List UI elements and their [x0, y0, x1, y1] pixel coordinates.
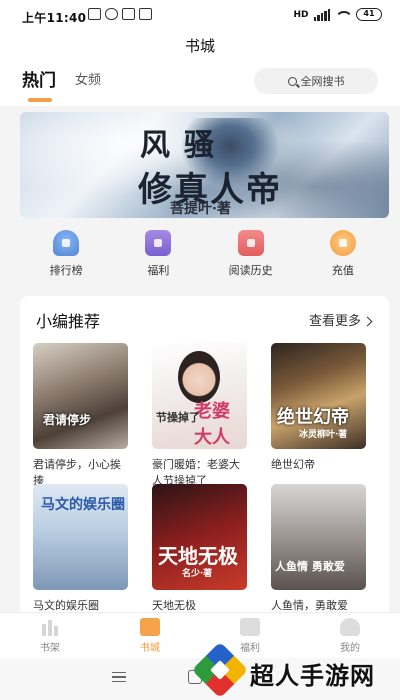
coin-icon — [329, 230, 356, 256]
wifi-icon — [335, 9, 351, 21]
history-book-icon — [237, 230, 264, 256]
tab-female[interactable]: 女频 — [75, 69, 101, 88]
book-cover-title: 老婆大人 — [194, 401, 230, 448]
quick-link-history[interactable]: 阅读历史 — [205, 224, 297, 288]
book-cover-title: 马文的娱乐圈 — [41, 497, 125, 513]
banner-author: 菩提叶·著 — [170, 201, 231, 217]
search-placeholder: 全网搜书 — [300, 75, 345, 88]
book-card[interactable]: 马文的娱乐圈 马文的娱乐圈 — [33, 484, 128, 614]
banner-title-top: 风骚 — [140, 128, 228, 163]
nav-bookshelf[interactable]: 书架 — [0, 613, 100, 658]
nav-label: 书城 — [140, 643, 160, 654]
nav-bookstore[interactable]: 书城 — [100, 613, 200, 658]
message-icon — [88, 8, 101, 20]
status-bar: 上午11:40 HD 41 — [0, 0, 400, 32]
search-icon — [287, 76, 297, 86]
book-card[interactable]: 君请停步 君请停步，小心挨揍 — [33, 343, 128, 489]
tabs-row: 热门 女频 全网搜书 — [0, 62, 400, 106]
quick-link-label: 福利 — [147, 264, 170, 277]
bookshelf-icon — [40, 618, 60, 636]
book-cover-subtitle: 名少·著 — [182, 569, 213, 579]
book-title: 绝世幻帝 — [271, 458, 315, 471]
promo-banner[interactable]: 风骚 修真人帝 菩提叶·著 — [20, 112, 389, 218]
watermark-logo-icon — [191, 641, 249, 699]
quick-link-recharge[interactable]: 充值 — [297, 224, 389, 288]
view-more-link[interactable]: 查看更多 — [308, 310, 373, 329]
editor-recommend-section: 小编推荐 查看更多 君请停步 君请停步，小心挨揍 老婆大人 节操掉了 豪门暖婚：… — [20, 296, 389, 636]
chevron-right-icon — [362, 316, 373, 327]
watermark: 超人手游网 — [188, 641, 400, 700]
book-cover-title: 君请停步 — [43, 413, 92, 427]
section-title: 小编推荐 — [36, 312, 101, 331]
quick-link-label: 排行榜 — [49, 264, 83, 277]
book-cover-title: 人鱼情 勇敢爱 — [275, 560, 345, 573]
quick-link-label: 阅读历史 — [228, 264, 273, 277]
welfare-icon — [240, 618, 260, 636]
tab-hot[interactable]: 热门 — [22, 66, 56, 91]
book-cover: 人鱼情 勇敢爱 — [271, 484, 366, 590]
profile-icon — [340, 618, 360, 636]
book-cover: 马文的娱乐圈 — [33, 484, 128, 590]
quick-link-ranking[interactable]: 排行榜 — [20, 224, 112, 288]
mail-icon — [122, 8, 135, 20]
status-system-icons: HD 41 — [293, 8, 382, 21]
bookstore-icon — [140, 618, 160, 636]
book-cover: 老婆大人 节操掉了 — [152, 343, 247, 449]
battery-icon: 41 — [356, 8, 382, 21]
status-notification-icons — [88, 8, 152, 20]
hd-icon: HD — [293, 9, 309, 20]
status-time: 上午11:40 — [22, 11, 87, 25]
book-cover-title: 天地无极 — [158, 544, 238, 568]
book-cover-title: 绝世幻帝 — [277, 407, 349, 428]
nav-label: 书架 — [40, 643, 60, 654]
cloud-icon — [105, 8, 118, 20]
book-cover-subtitle: 冰灵柳叶·著 — [299, 430, 348, 440]
book-card[interactable]: 天地无极 名少·著 天地无极 — [152, 484, 247, 614]
book-cover: 天地无极 名少·著 — [152, 484, 247, 590]
quick-link-welfare[interactable]: 福利 — [112, 224, 204, 288]
active-tab-indicator — [28, 98, 52, 102]
book-card[interactable]: 老婆大人 节操掉了 豪门暖婚：老婆大人节操掉了 — [152, 343, 247, 489]
view-more-label: 查看更多 — [308, 314, 361, 329]
search-input[interactable]: 全网搜书 — [254, 68, 378, 94]
book-card[interactable]: 人鱼情 勇敢爱 人鱼情，勇敢爱 — [271, 484, 366, 614]
trophy-icon — [53, 230, 80, 256]
gift-box-icon — [145, 230, 172, 256]
book-card[interactable]: 绝世幻帝 冰灵柳叶·著 绝世幻帝 — [271, 343, 366, 473]
watermark-text: 超人手游网 — [250, 662, 375, 690]
cover-portrait — [178, 351, 220, 403]
quick-links: 排行榜 福利 阅读历史 充值 — [20, 224, 389, 288]
book-cover: 君请停步 — [33, 343, 128, 449]
book-cover-subtitle: 节操掉了 — [156, 411, 200, 424]
book-cover: 绝世幻帝 冰灵柳叶·著 — [271, 343, 366, 449]
menu-icon[interactable] — [112, 672, 126, 682]
missed-call-icon — [139, 8, 152, 20]
signal-icon — [313, 8, 330, 21]
page-title: 书城 — [0, 32, 400, 62]
quick-link-label: 充值 — [331, 264, 354, 277]
